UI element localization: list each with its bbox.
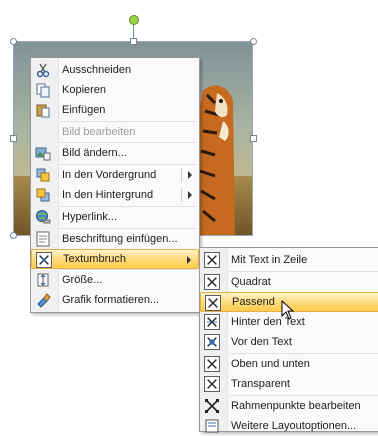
hyperlink-icon <box>36 210 51 224</box>
behind-text-icon <box>204 314 220 330</box>
wrap-option-label: Oben und unten <box>231 358 310 370</box>
wrap-option-edit-wrap-points[interactable]: Rahmenpunkte bearbeiten <box>200 396 378 416</box>
paste-icon <box>36 104 50 118</box>
submenu-split-divider <box>181 168 182 182</box>
menu-item-copy[interactable]: Kopieren <box>31 80 199 100</box>
text-wrap-icon <box>36 252 52 268</box>
send-to-back-icon <box>36 188 50 202</box>
copy-icon <box>36 83 50 98</box>
resize-handle-top[interactable] <box>130 38 137 45</box>
menu-item-send-to-back[interactable]: In den Hintergrund <box>31 185 199 205</box>
submenu-split-divider <box>181 188 182 202</box>
menu-item-label: In den Vordergrund <box>62 169 157 181</box>
inline-with-text-icon <box>204 252 220 268</box>
menu-item-bring-to-front[interactable]: In den Vordergrund <box>31 165 199 185</box>
menu-item-label: Textumbruch <box>63 253 126 265</box>
menu-item-size[interactable]: Größe... <box>31 270 199 290</box>
submenu-arrow-icon[interactable] <box>188 171 192 179</box>
in-front-of-text-icon <box>204 334 220 350</box>
resize-handle-top-right[interactable] <box>250 38 257 45</box>
insert-caption-icon <box>36 231 50 247</box>
menu-item-hyperlink[interactable]: Hyperlink... <box>31 207 199 227</box>
edit-wrap-points-icon <box>205 399 219 413</box>
menu-item-label: Grafik formatieren... <box>62 294 160 306</box>
menu-item-label: Bild bearbeiten <box>62 126 136 138</box>
format-picture-icon <box>37 293 51 308</box>
square-wrap-icon <box>204 274 220 290</box>
wrap-option-more-layout[interactable]: Weitere Layoutoptionen... <box>200 416 378 436</box>
top-bottom-icon <box>204 356 220 372</box>
wrap-option-label: Mit Text in Zeile <box>231 254 308 266</box>
mouse-cursor-icon <box>281 300 295 320</box>
menu-item-format-picture[interactable]: Grafik formatieren... <box>31 290 199 310</box>
wrap-option-top-bottom[interactable]: Oben und unten <box>200 354 378 374</box>
menu-item-insert-caption[interactable]: Beschriftung einfügen... <box>31 229 199 249</box>
context-menu: Ausschneiden Kopieren Einfügen Bild bear… <box>30 57 200 313</box>
wrap-option-label: Transparent <box>231 378 290 390</box>
size-icon <box>37 273 49 287</box>
menu-item-label: Größe... <box>62 274 103 286</box>
through-wrap-icon <box>204 376 220 392</box>
menu-item-label: Beschriftung einfügen... <box>62 233 178 245</box>
wrap-option-label: Weitere Layoutoptionen... <box>231 420 357 432</box>
menu-item-edit-picture: Bild bearbeiten <box>31 122 199 142</box>
more-layout-options-icon <box>205 419 219 433</box>
wrap-option-label: Passend <box>232 296 275 308</box>
menu-item-cut[interactable]: Ausschneiden <box>31 60 199 80</box>
menu-item-label: Ausschneiden <box>62 64 132 76</box>
submenu-arrow-icon[interactable] <box>188 191 192 199</box>
wrap-option-square[interactable]: Quadrat <box>200 272 378 292</box>
bring-to-front-icon <box>36 168 50 182</box>
rotation-handle[interactable] <box>129 15 139 25</box>
wrap-option-label: Vor den Text <box>231 336 292 348</box>
wrap-option-label: Rahmenpunkte bearbeiten <box>231 400 361 412</box>
scissors-icon <box>36 63 50 78</box>
resize-handle-right[interactable] <box>250 135 257 142</box>
menu-item-label: Bild ändern... <box>62 147 127 159</box>
resize-handle-left[interactable] <box>10 135 17 142</box>
menu-item-label: Einfügen <box>62 104 106 116</box>
resize-handle-top-left[interactable] <box>10 38 17 45</box>
menu-item-text-wrap[interactable]: Textumbruch <box>31 249 199 269</box>
wrap-option-in-front-of-text[interactable]: Vor den Text <box>200 332 378 352</box>
resize-handle-bottom-left[interactable] <box>10 232 17 239</box>
submenu-arrow-icon <box>187 256 191 264</box>
menu-item-label: Hyperlink... <box>62 211 118 223</box>
menu-item-change-picture[interactable]: Bild ändern... <box>31 143 199 163</box>
change-picture-icon <box>35 147 51 161</box>
wrap-option-inline[interactable]: Mit Text in Zeile <box>200 250 378 270</box>
text-wrap-submenu: Mit Text in Zeile Quadrat Passend Hinter… <box>199 247 378 433</box>
menu-item-label: Kopieren <box>62 84 107 96</box>
menu-item-label: In den Hintergrund <box>62 189 154 201</box>
menu-item-paste[interactable]: Einfügen <box>31 100 199 120</box>
wrap-option-through[interactable]: Transparent <box>200 374 378 394</box>
wrap-option-label: Quadrat <box>231 276 271 288</box>
tight-wrap-icon <box>205 295 221 311</box>
